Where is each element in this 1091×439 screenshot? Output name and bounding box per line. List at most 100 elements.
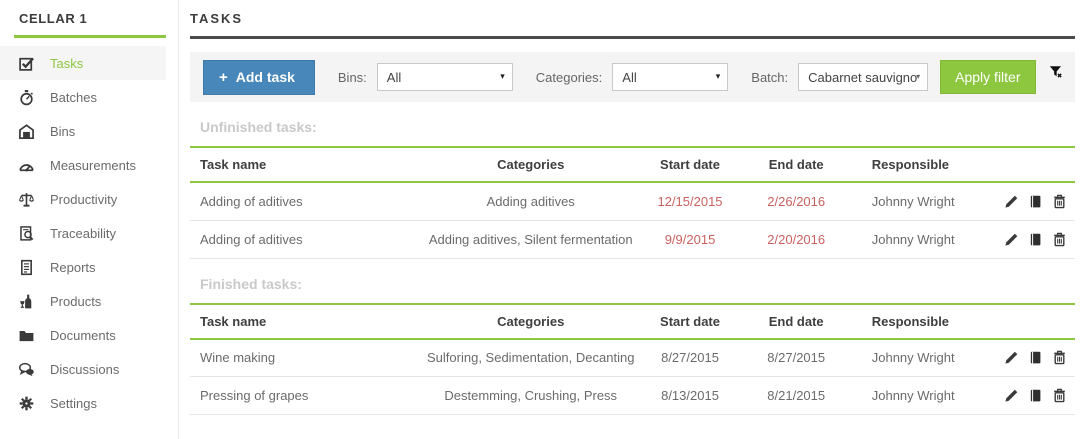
sidebar-item-measurements[interactable]: Measurements — [0, 148, 166, 182]
products-icon — [18, 293, 35, 310]
bins-icon — [18, 123, 35, 140]
sidebar-item-label: Discussions — [50, 362, 119, 377]
task-name-cell: Adding of aditives — [190, 182, 420, 220]
categories-cell: Adding aditives, Silent fermentation — [420, 220, 641, 258]
end-date-cell: 2/20/2016 — [739, 220, 854, 258]
batch-select[interactable]: Cabarnet sauvigno ▾ — [798, 63, 928, 91]
edit-icon[interactable] — [1004, 350, 1019, 365]
sidebar-item-label: Measurements — [50, 158, 136, 173]
chevron-down-icon: ▾ — [716, 71, 721, 82]
copy-icon[interactable] — [1028, 232, 1043, 247]
sidebar-item-settings[interactable]: Settings — [0, 386, 166, 420]
main-content: TASKS + Add task Bins: All ▾ Categories:… — [190, 0, 1075, 415]
categories-cell: Destemming, Crushing, Press — [420, 377, 641, 415]
add-task-button[interactable]: + Add task — [203, 60, 315, 95]
table-header-row: Task name Categories Start date End date… — [190, 304, 1075, 339]
end-date-cell: 2/26/2016 — [739, 182, 854, 220]
traceability-icon — [18, 225, 35, 242]
column-header-categories: Categories — [420, 147, 641, 182]
bins-filter-label: Bins: — [338, 70, 367, 85]
column-header-responsible: Responsible — [854, 147, 996, 182]
sidebar-item-label: Documents — [50, 328, 116, 343]
settings-icon — [18, 395, 35, 412]
column-header-actions — [995, 304, 1075, 339]
edit-icon[interactable] — [1004, 194, 1019, 209]
end-date-cell: 8/21/2015 — [739, 377, 854, 415]
column-header-end-date: End date — [739, 147, 854, 182]
measurements-icon — [18, 157, 35, 174]
sidebar-item-discussions[interactable]: Discussions — [0, 352, 166, 386]
table-row: Adding of aditives Adding aditives 12/15… — [190, 182, 1075, 220]
section-title-unfinished: Unfinished tasks: — [200, 119, 1075, 135]
sidebar-item-label: Settings — [50, 396, 97, 411]
batch-select-value: Cabarnet sauvigno — [808, 70, 917, 85]
reports-icon — [18, 259, 35, 276]
sidebar-item-bins[interactable]: Bins — [0, 114, 166, 148]
copy-icon[interactable] — [1028, 350, 1043, 365]
apply-filter-button[interactable]: Apply filter — [940, 60, 1035, 94]
title-rule — [190, 36, 1075, 39]
batch-filter-label: Batch: — [751, 70, 788, 85]
bins-dropdown-value: All — [387, 70, 401, 85]
column-header-start-date: Start date — [641, 147, 738, 182]
sidebar-item-products[interactable]: Products — [0, 284, 166, 318]
funnel-x-icon[interactable] — [1049, 65, 1063, 89]
edit-icon[interactable] — [1004, 388, 1019, 403]
column-header-actions — [995, 147, 1075, 182]
delete-icon[interactable] — [1052, 194, 1067, 209]
task-name-cell: Adding of aditives — [190, 220, 420, 258]
responsible-cell: Johnny Wright — [854, 339, 996, 377]
sidebar-item-label: Batches — [50, 90, 97, 105]
bins-dropdown[interactable]: All ▾ — [377, 63, 513, 91]
categories-cell: Adding aditives — [420, 182, 641, 220]
sidebar-item-label: Products — [50, 294, 101, 309]
start-date-cell: 9/9/2015 — [641, 220, 738, 258]
column-header-task-name: Task name — [190, 147, 420, 182]
responsible-cell: Johnny Wright — [854, 220, 996, 258]
sidebar-item-batches[interactable]: Batches — [0, 80, 166, 114]
chevron-down-icon: ▾ — [500, 71, 505, 82]
table-row: Pressing of grapes Destemming, Crushing,… — [190, 377, 1075, 415]
column-header-end-date: End date — [739, 304, 854, 339]
chevron-down-icon: ▾ — [916, 72, 920, 81]
categories-cell: Sulforing, Sedimentation, Decanting — [420, 339, 641, 377]
section-title-finished: Finished tasks: — [200, 276, 1075, 292]
sidebar-item-label: Tasks — [50, 56, 83, 71]
finished-tasks-table: Task name Categories Start date End date… — [190, 303, 1075, 416]
copy-icon[interactable] — [1028, 388, 1043, 403]
delete-icon[interactable] — [1052, 350, 1067, 365]
sidebar-item-documents[interactable]: Documents — [0, 318, 166, 352]
start-date-cell: 12/15/2015 — [641, 182, 738, 220]
delete-icon[interactable] — [1052, 388, 1067, 403]
task-name-cell: Wine making — [190, 339, 420, 377]
filter-toolbar: + Add task Bins: All ▾ Categories: All ▾… — [190, 52, 1075, 102]
categories-dropdown[interactable]: All ▾ — [612, 63, 728, 91]
batches-icon — [18, 89, 35, 106]
sidebar-accent-rule — [14, 35, 166, 38]
sidebar-item-tasks[interactable]: Tasks — [0, 46, 166, 80]
categories-dropdown-value: All — [622, 70, 636, 85]
end-date-cell: 8/27/2015 — [739, 339, 854, 377]
start-date-cell: 8/13/2015 — [641, 377, 738, 415]
table-row: Wine making Sulforing, Sedimentation, De… — [190, 339, 1075, 377]
responsible-cell: Johnny Wright — [854, 182, 996, 220]
cellar-title: CELLAR 1 — [19, 11, 178, 26]
productivity-icon — [18, 191, 35, 208]
copy-icon[interactable] — [1028, 194, 1043, 209]
sidebar-item-reports[interactable]: Reports — [0, 250, 166, 284]
sidebar-item-label: Bins — [50, 124, 75, 139]
delete-icon[interactable] — [1052, 232, 1067, 247]
tasks-icon — [18, 55, 35, 72]
task-name-cell: Pressing of grapes — [190, 377, 420, 415]
plus-icon: + — [219, 69, 228, 86]
column-header-responsible: Responsible — [854, 304, 996, 339]
documents-icon — [18, 327, 35, 344]
sidebar-item-label: Traceability — [50, 226, 116, 241]
sidebar-item-productivity[interactable]: Productivity — [0, 182, 166, 216]
unfinished-tasks-table: Task name Categories Start date End date… — [190, 146, 1075, 259]
add-task-label: Add task — [236, 69, 295, 85]
sidebar-item-label: Productivity — [50, 192, 117, 207]
edit-icon[interactable] — [1004, 232, 1019, 247]
page-title: TASKS — [190, 11, 1075, 26]
sidebar-item-traceability[interactable]: Traceability — [0, 216, 166, 250]
